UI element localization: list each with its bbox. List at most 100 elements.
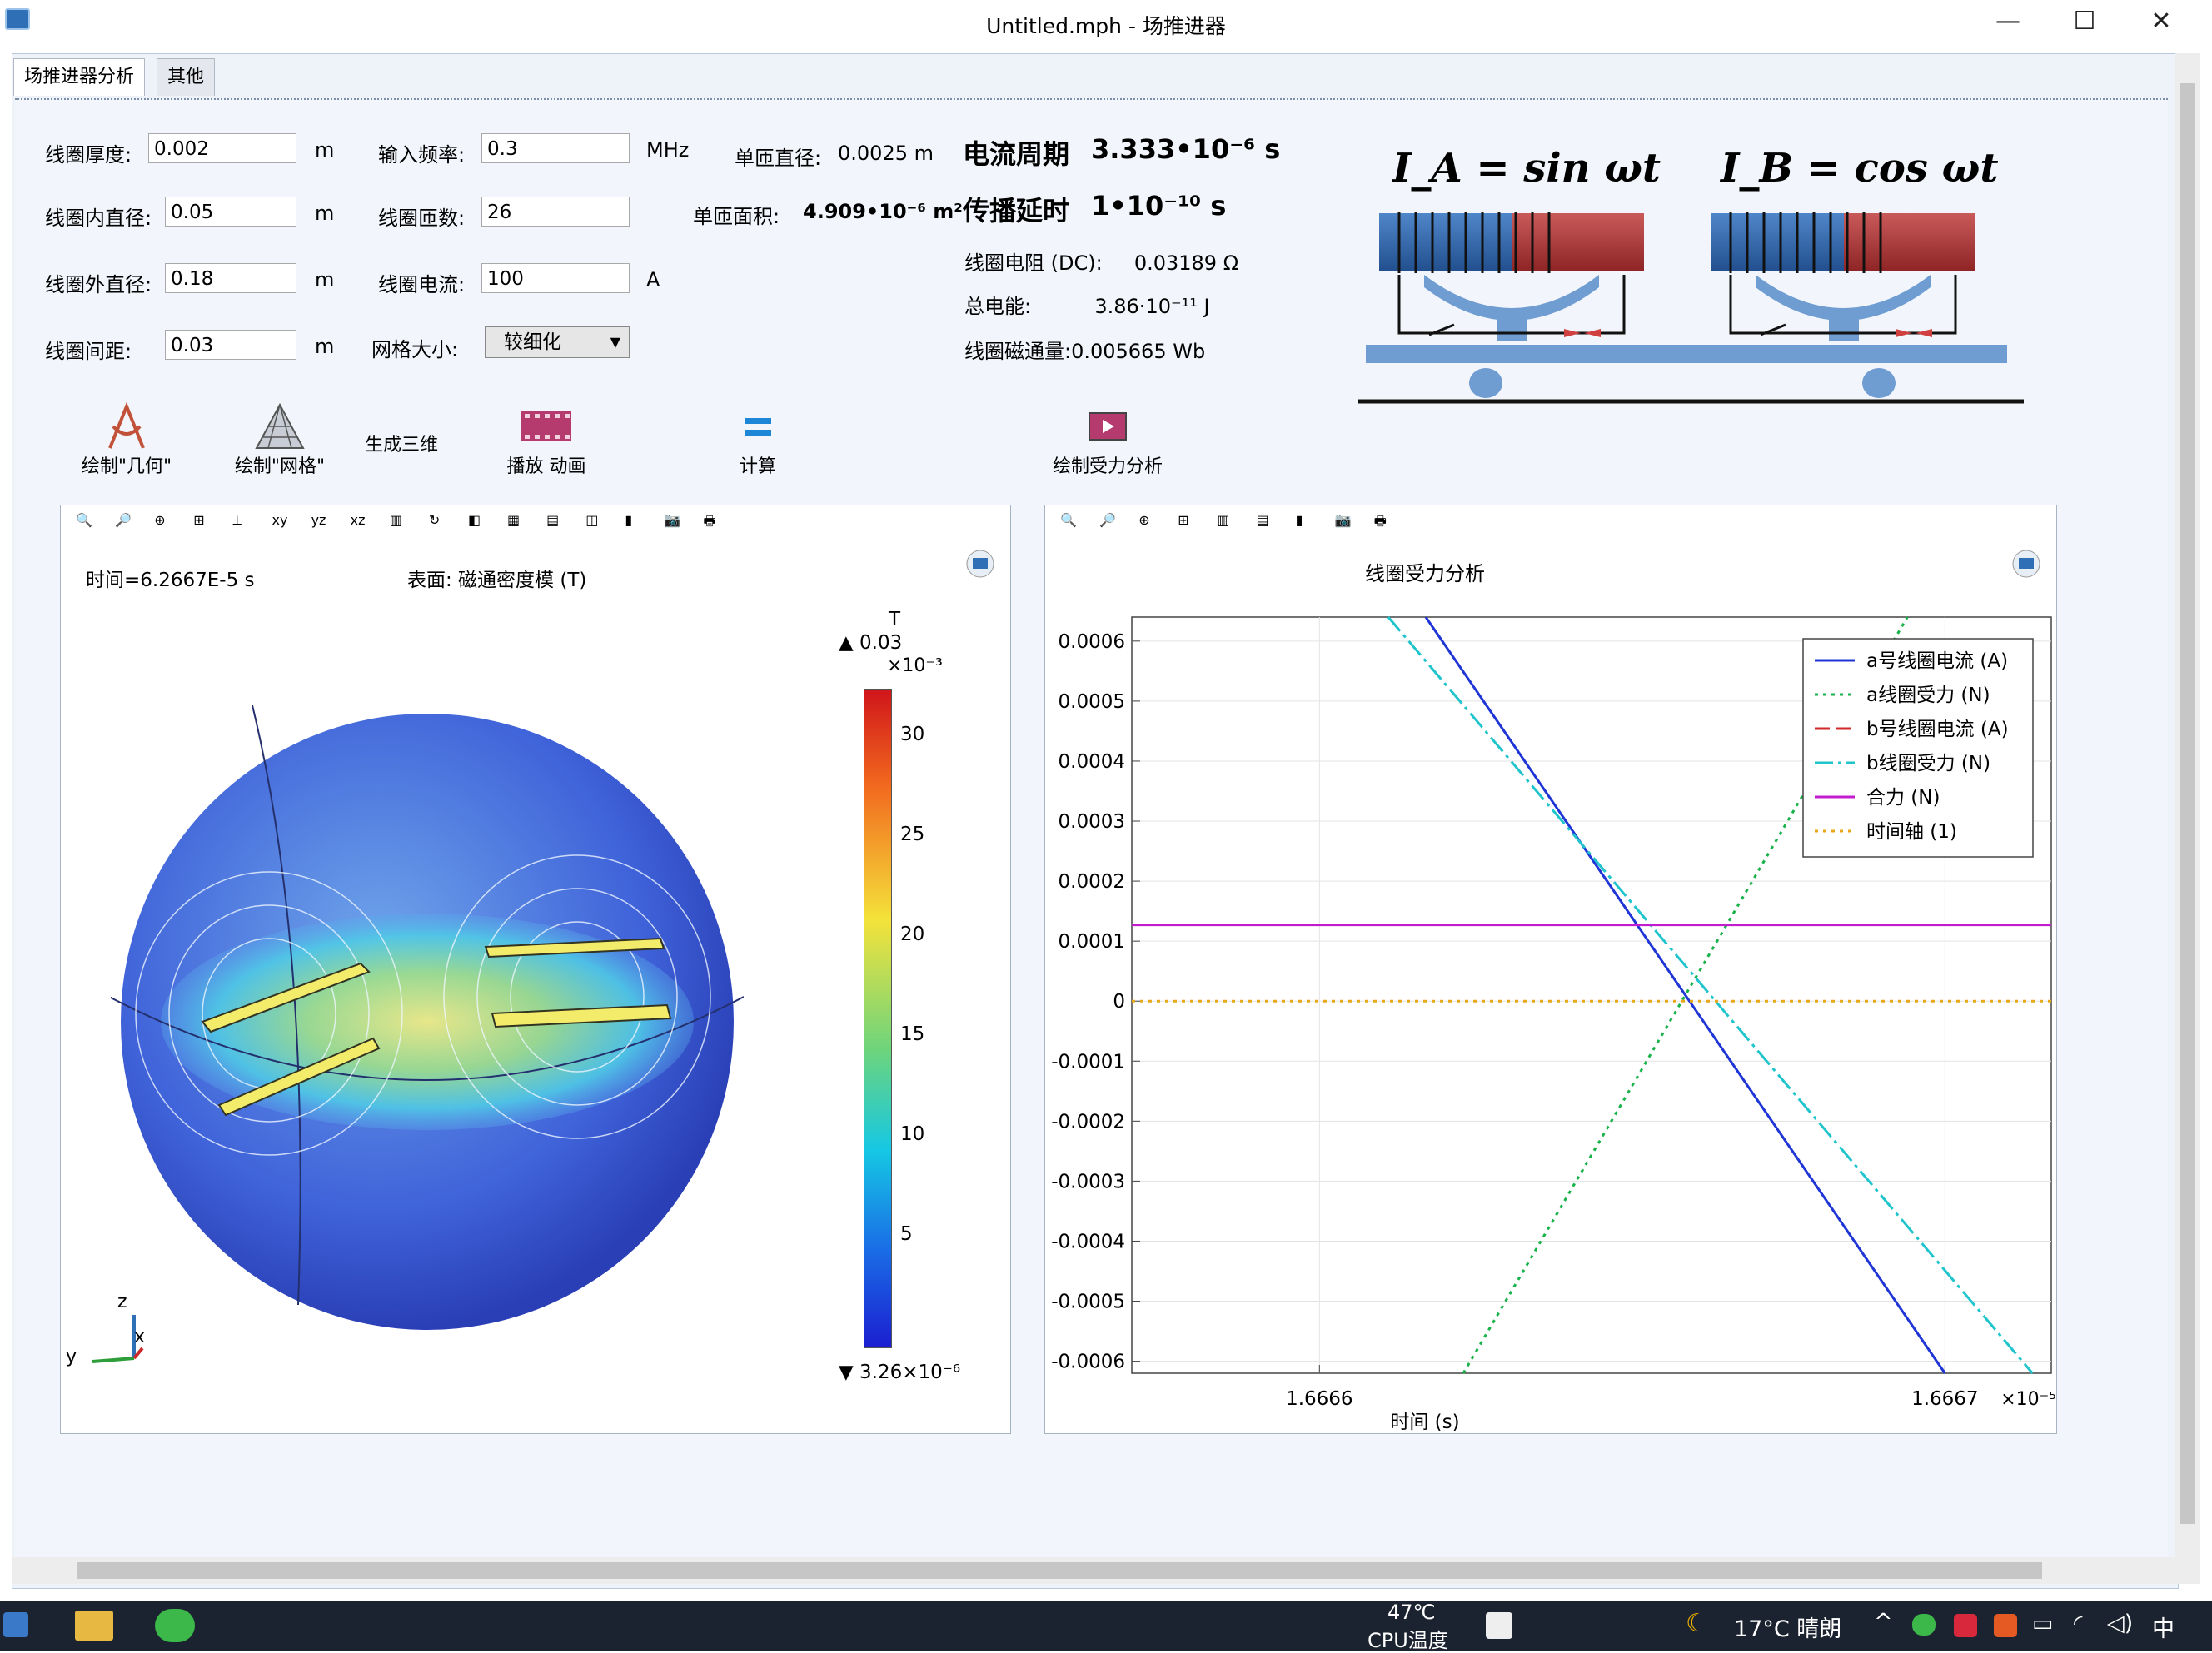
ime-indicator[interactable]: 中 <box>2152 1611 2175 1643</box>
axis-x-label: x <box>134 1327 146 1347</box>
force-chart[interactable]: 线圈受力分析 1.6666 1.6667 0.0006 0.0005 0.0004 0.00… <box>1045 505 2056 1433</box>
y-tick-label: -0.0002 <box>1051 1111 1125 1133</box>
view-xz-icon[interactable]: xz <box>351 512 372 534</box>
thickness-label: 线圈厚度: <box>45 143 132 167</box>
y-tick-label: 0.0005 <box>1059 691 1125 713</box>
mesh-size-value: 较细化 <box>504 331 561 353</box>
plot-time-label: 时间=6.2667E-5 s <box>86 570 255 591</box>
legend-icon[interactable]: ▮ <box>625 512 646 534</box>
tray-app-icon[interactable] <box>1954 1614 1977 1637</box>
colorbar-exponent: ×10⁻³ <box>887 655 943 676</box>
battery-icon[interactable]: ▭ <box>2032 1611 2054 1636</box>
turns-input[interactable]: 26 <box>481 197 630 227</box>
y-tick-label: -0.0006 <box>1051 1352 1125 1373</box>
legend-label: b线圈受力 (N) <box>1866 753 1990 774</box>
axis-orient-icon[interactable]: ◫ <box>585 512 607 534</box>
resistance-readout: 线圈电阻 (DC): 0.03189 Ω <box>964 251 1239 275</box>
horizontal-scrollbar[interactable] <box>12 1557 2175 1584</box>
network-icon[interactable]: ◜ <box>2074 1611 2082 1636</box>
turns-label: 线圈匝数: <box>378 207 466 230</box>
cpu-temp-label: CPU温度 <box>1368 1629 1448 1652</box>
maximize-button[interactable]: ☐ <box>2055 5 2114 38</box>
colorbar-tick: 25 <box>900 824 925 845</box>
plot-surface-label: 表面: 磁通密度模 (T) <box>407 570 587 591</box>
wechat-tray-icon[interactable] <box>1912 1614 1936 1636</box>
plot-mesh-button[interactable]: 绘制"网格" <box>230 401 330 478</box>
plot-geometry-button[interactable]: 绘制"几何" <box>77 401 177 478</box>
y-tick-label: 0.0006 <box>1059 631 1125 653</box>
zoom-out-icon[interactable]: 🔎 <box>115 512 137 534</box>
x-axis-exponent: ×10⁻⁵ <box>2000 1389 2056 1410</box>
zoom-box-icon[interactable]: ⊕ <box>154 512 176 534</box>
colorbar <box>864 689 892 1348</box>
legend-label: 时间轴 (1) <box>1866 821 1957 843</box>
wireframe-icon[interactable]: ▦ <box>507 512 529 534</box>
mesh-icon <box>255 402 305 449</box>
tab-other[interactable]: 其他 <box>157 58 216 96</box>
colorbar-tick: 5 <box>900 1223 913 1245</box>
colorbar-min-value: 3.26×10⁻⁶ <box>859 1362 961 1383</box>
period-label: 电流周期 <box>963 138 1070 170</box>
inner-diameter-unit: m <box>315 202 335 225</box>
mesh-size-select[interactable]: 较细化 ▼ <box>485 326 630 358</box>
y-tick-label: -0.0004 <box>1051 1231 1125 1252</box>
frequency-input[interactable]: 0.3 <box>481 133 630 163</box>
legend-label: a号线圈电流 (A) <box>1866 650 2008 672</box>
start-app-icon[interactable] <box>3 1612 28 1637</box>
colorbar-tick: 20 <box>900 924 925 945</box>
y-tick-label: 0.0004 <box>1059 751 1125 773</box>
zoom-extents-icon[interactable]: ⊞ <box>193 512 215 534</box>
zoom-in-icon[interactable]: 🔍 <box>76 512 97 534</box>
outer-diameter-input[interactable]: 0.18 <box>165 263 296 293</box>
current-unit: A <box>646 268 660 291</box>
print-icon[interactable]: 🖶 <box>704 512 725 534</box>
view-xy-icon[interactable]: xy <box>272 512 293 534</box>
y-tick-label: -0.0003 <box>1051 1171 1125 1192</box>
wire-diameter-label: 单匝直径: <box>735 147 822 170</box>
grid-icon[interactable]: ▤ <box>546 512 568 534</box>
view-axes-icon[interactable]: ⟂ <box>232 512 254 534</box>
plot-settings-icon[interactable] <box>965 549 995 579</box>
camera-icon[interactable]: 📷 <box>664 512 685 534</box>
thickness-input[interactable]: 0.002 <box>148 133 296 163</box>
colorbar-tick: 30 <box>900 724 925 745</box>
vertical-scrollbar[interactable] <box>2175 53 2200 1584</box>
plot-geometry-label: 绘制"几何" <box>81 456 172 477</box>
app-tray-icon[interactable] <box>1486 1612 1512 1639</box>
flux-density-surface[interactable] <box>111 697 744 1330</box>
play-animation-button[interactable]: 播放 动画 <box>496 401 596 478</box>
wechat-icon[interactable] <box>155 1609 195 1642</box>
frequency-label: 输入频率: <box>378 143 466 167</box>
horizontal-scroll-thumb[interactable] <box>77 1562 2042 1579</box>
tray-app2-icon[interactable] <box>1994 1614 2017 1637</box>
generate-3d-button[interactable]: 生成三维 <box>358 430 445 456</box>
equation-a: I_A = sin ωt <box>1391 145 1661 192</box>
tray-expand-icon[interactable]: ^ <box>1874 1609 1893 1635</box>
current-label: 线圈电流: <box>378 273 466 296</box>
dropdown-arrow-icon: ▼ <box>610 334 620 350</box>
close-button[interactable]: ✕ <box>2132 5 2190 38</box>
x-tick-label: 1.6667 <box>1911 1388 1978 1410</box>
plot-force-button[interactable]: 绘制受力分析 <box>1041 401 1174 478</box>
volume-icon[interactable]: ◁) <box>2107 1611 2133 1636</box>
compute-button[interactable]: 计算 <box>708 401 808 478</box>
rotate-icon[interactable]: ↻ <box>429 512 451 534</box>
transparency-icon[interactable]: ▥ <box>390 512 411 534</box>
light-icon[interactable]: ◧ <box>468 512 490 534</box>
vertical-scroll-thumb[interactable] <box>2180 83 2195 1524</box>
inner-diameter-input[interactable]: 0.05 <box>165 197 296 227</box>
view-yz-icon[interactable]: yz <box>311 512 333 534</box>
title-bar: Untitled.mph - 场推进器 — ☐ ✕ <box>0 0 2212 47</box>
energy-readout: 总电能: 3.86·10⁻¹¹ J <box>964 295 1210 318</box>
file-explorer-icon[interactable] <box>75 1611 113 1641</box>
outer-diameter-label: 线圈外直径: <box>45 273 152 296</box>
wire-area-value: 4.909•10⁻⁶ m² <box>803 200 963 223</box>
delay-value: 1•10⁻¹⁰ s <box>1091 190 1227 222</box>
tab-thruster-analysis[interactable]: 场推进器分析 <box>13 58 146 96</box>
colorbar-tick: 10 <box>900 1123 925 1145</box>
weather-text[interactable]: 17°C 晴朗 <box>1734 1611 1841 1643</box>
colorbar-unit: T <box>889 609 901 630</box>
minimize-button[interactable]: — <box>1979 5 2037 38</box>
spacing-input[interactable]: 0.03 <box>165 330 296 360</box>
current-input[interactable]: 100 <box>481 263 630 293</box>
